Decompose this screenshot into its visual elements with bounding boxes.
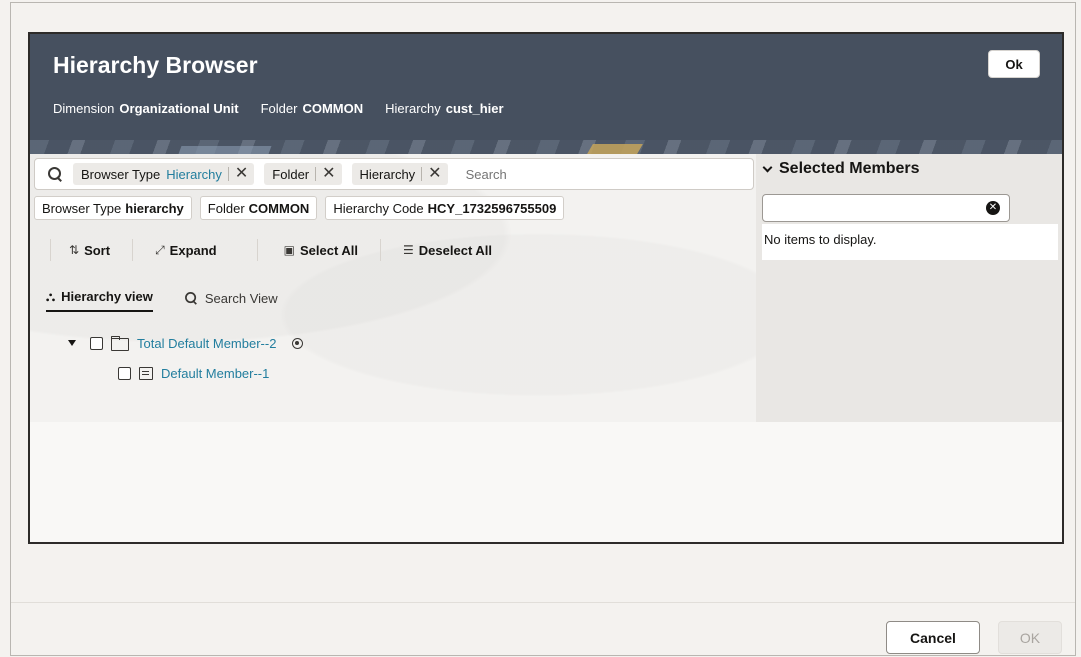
tree-toolbar: ⇅ Sort ⤢ Expand ▣ Select All ☰ Deselect … — [50, 238, 492, 262]
select-all-label: Select All — [299, 242, 359, 258]
sort-button[interactable]: ⇅ Sort — [69, 238, 110, 262]
selected-members-toggle[interactable]: Selected Members — [762, 160, 920, 178]
filter-browser-type[interactable]: Browser Type hierarchy — [34, 196, 192, 220]
filter-search-bar[interactable]: Browser Type Hierarchy ✕ Folder ✕ Hierar… — [34, 158, 754, 190]
filter-label: Hierarchy Code — [333, 200, 424, 216]
chevron-down-icon — [762, 162, 773, 172]
chip-label: Hierarchy — [359, 166, 416, 182]
dialog-header: Hierarchy Browser Dimension Organization… — [30, 34, 1062, 154]
hierarchy-icon: ⛬ — [46, 288, 56, 304]
filter-hierarchy-code[interactable]: Hierarchy Code HCY_1732596755509 — [325, 196, 565, 220]
selected-members-filter: ✕ — [762, 194, 1010, 222]
meta-value: cust_hier — [445, 101, 504, 116]
applied-filters: Browser Type hierarchy Folder COMMON Hie… — [34, 196, 565, 220]
filter-value: HCY_1732596755509 — [427, 200, 557, 216]
cancel-button[interactable]: Cancel — [886, 621, 980, 654]
caret-down-icon[interactable] — [68, 340, 76, 346]
tab-label: Hierarchy view — [61, 289, 153, 304]
expand-icon: ⤢ — [155, 242, 165, 257]
tree-node-label[interactable]: Total Default Member--2 — [137, 336, 276, 351]
hierarchy-tree: Total Default Member--2 Default Member--… — [68, 328, 304, 388]
header-ok-button[interactable]: Ok — [988, 50, 1040, 78]
filter-folder[interactable]: Folder COMMON — [199, 196, 318, 220]
hierarchy-browser-dialog: Hierarchy Browser Dimension Organization… — [28, 32, 1064, 544]
toolbar-separator — [50, 239, 51, 261]
expand-label: Expand — [169, 242, 217, 258]
deselect-all-icon: ☰ — [403, 243, 414, 257]
filter-label: Folder — [207, 200, 245, 216]
selected-members-title: Selected Members — [779, 160, 920, 177]
filter-value: hierarchy — [125, 200, 184, 216]
chip-separator — [227, 167, 229, 181]
dialog-title: Hierarchy Browser — [53, 52, 258, 78]
chip-separator — [315, 167, 317, 181]
selected-members-input[interactable] — [763, 195, 973, 221]
close-icon[interactable]: ✕ — [322, 166, 335, 182]
locate-icon[interactable] — [292, 337, 304, 349]
clear-icon[interactable]: ✕ — [986, 201, 1000, 215]
view-tabs: ⛬ Hierarchy view Search View — [46, 284, 278, 312]
header-texture-accent — [587, 144, 643, 154]
tree-node-root: Total Default Member--2 — [68, 328, 304, 358]
chip-browser-type[interactable]: Browser Type Hierarchy ✕ — [73, 163, 255, 185]
toolbar-separator — [256, 239, 258, 261]
deselect-all-label: Deselect All — [418, 242, 493, 258]
folder-icon — [111, 336, 129, 351]
expand-button[interactable]: ⤢ Expand — [155, 238, 217, 262]
filter-label: Browser Type — [42, 200, 122, 216]
chip-value: Hierarchy — [166, 166, 222, 182]
ok-button[interactable]: OK — [998, 621, 1062, 654]
meta-value: COMMON — [302, 101, 364, 116]
chip-label: Folder — [272, 166, 310, 182]
meta-dimension: Dimension Organizational Unit — [53, 101, 239, 116]
meta-value: Organizational Unit — [119, 101, 239, 116]
filter-value: COMMON — [248, 200, 310, 216]
chip-folder[interactable]: Folder ✕ — [264, 163, 342, 185]
close-icon[interactable]: ✕ — [235, 166, 248, 182]
node-checkbox[interactable] — [90, 336, 103, 350]
select-all-button[interactable]: ▣ Select All — [284, 238, 358, 262]
search-icon — [47, 166, 63, 182]
member-icon — [139, 366, 153, 380]
search-icon — [184, 291, 198, 305]
toolbar-separator — [380, 239, 382, 261]
meta-hierarchy: Hierarchy cust_hier — [385, 101, 503, 116]
meta-label: Hierarchy — [385, 101, 441, 116]
search-input[interactable] — [465, 166, 666, 182]
close-icon[interactable]: ✕ — [428, 166, 441, 182]
deselect-all-button[interactable]: ☰ Deselect All — [403, 238, 492, 262]
sort-label: Sort — [84, 242, 111, 258]
selected-members-pane: Selected Members ✕ No items to display. — [756, 154, 1062, 422]
tab-search-view[interactable]: Search View — [183, 284, 278, 312]
dialog-meta: Dimension Organizational Unit Folder COM… — [53, 101, 504, 116]
browser-pane: Browser Type Hierarchy ✕ Folder ✕ Hierar… — [30, 154, 756, 422]
chip-separator — [421, 167, 423, 181]
tab-label: Search View — [204, 290, 278, 306]
tree-node-child: Default Member--1 — [118, 358, 303, 388]
meta-label: Folder — [260, 101, 298, 116]
select-all-icon: ▣ — [283, 243, 295, 257]
chip-label: Browser Type — [81, 166, 161, 182]
empty-message: No items to display. — [762, 224, 1058, 260]
meta-label: Dimension — [53, 101, 115, 116]
tab-hierarchy-view[interactable]: ⛬ Hierarchy view — [46, 284, 153, 312]
toolbar-separator — [132, 239, 134, 261]
tree-node-label[interactable]: Default Member--1 — [161, 366, 269, 381]
header-texture-accent — [178, 146, 272, 154]
sort-icon: ⇅ — [69, 243, 80, 257]
footer-divider — [11, 602, 1075, 603]
node-checkbox[interactable] — [118, 366, 131, 380]
chip-hierarchy[interactable]: Hierarchy ✕ — [351, 163, 448, 185]
meta-folder: Folder COMMON — [261, 101, 364, 116]
